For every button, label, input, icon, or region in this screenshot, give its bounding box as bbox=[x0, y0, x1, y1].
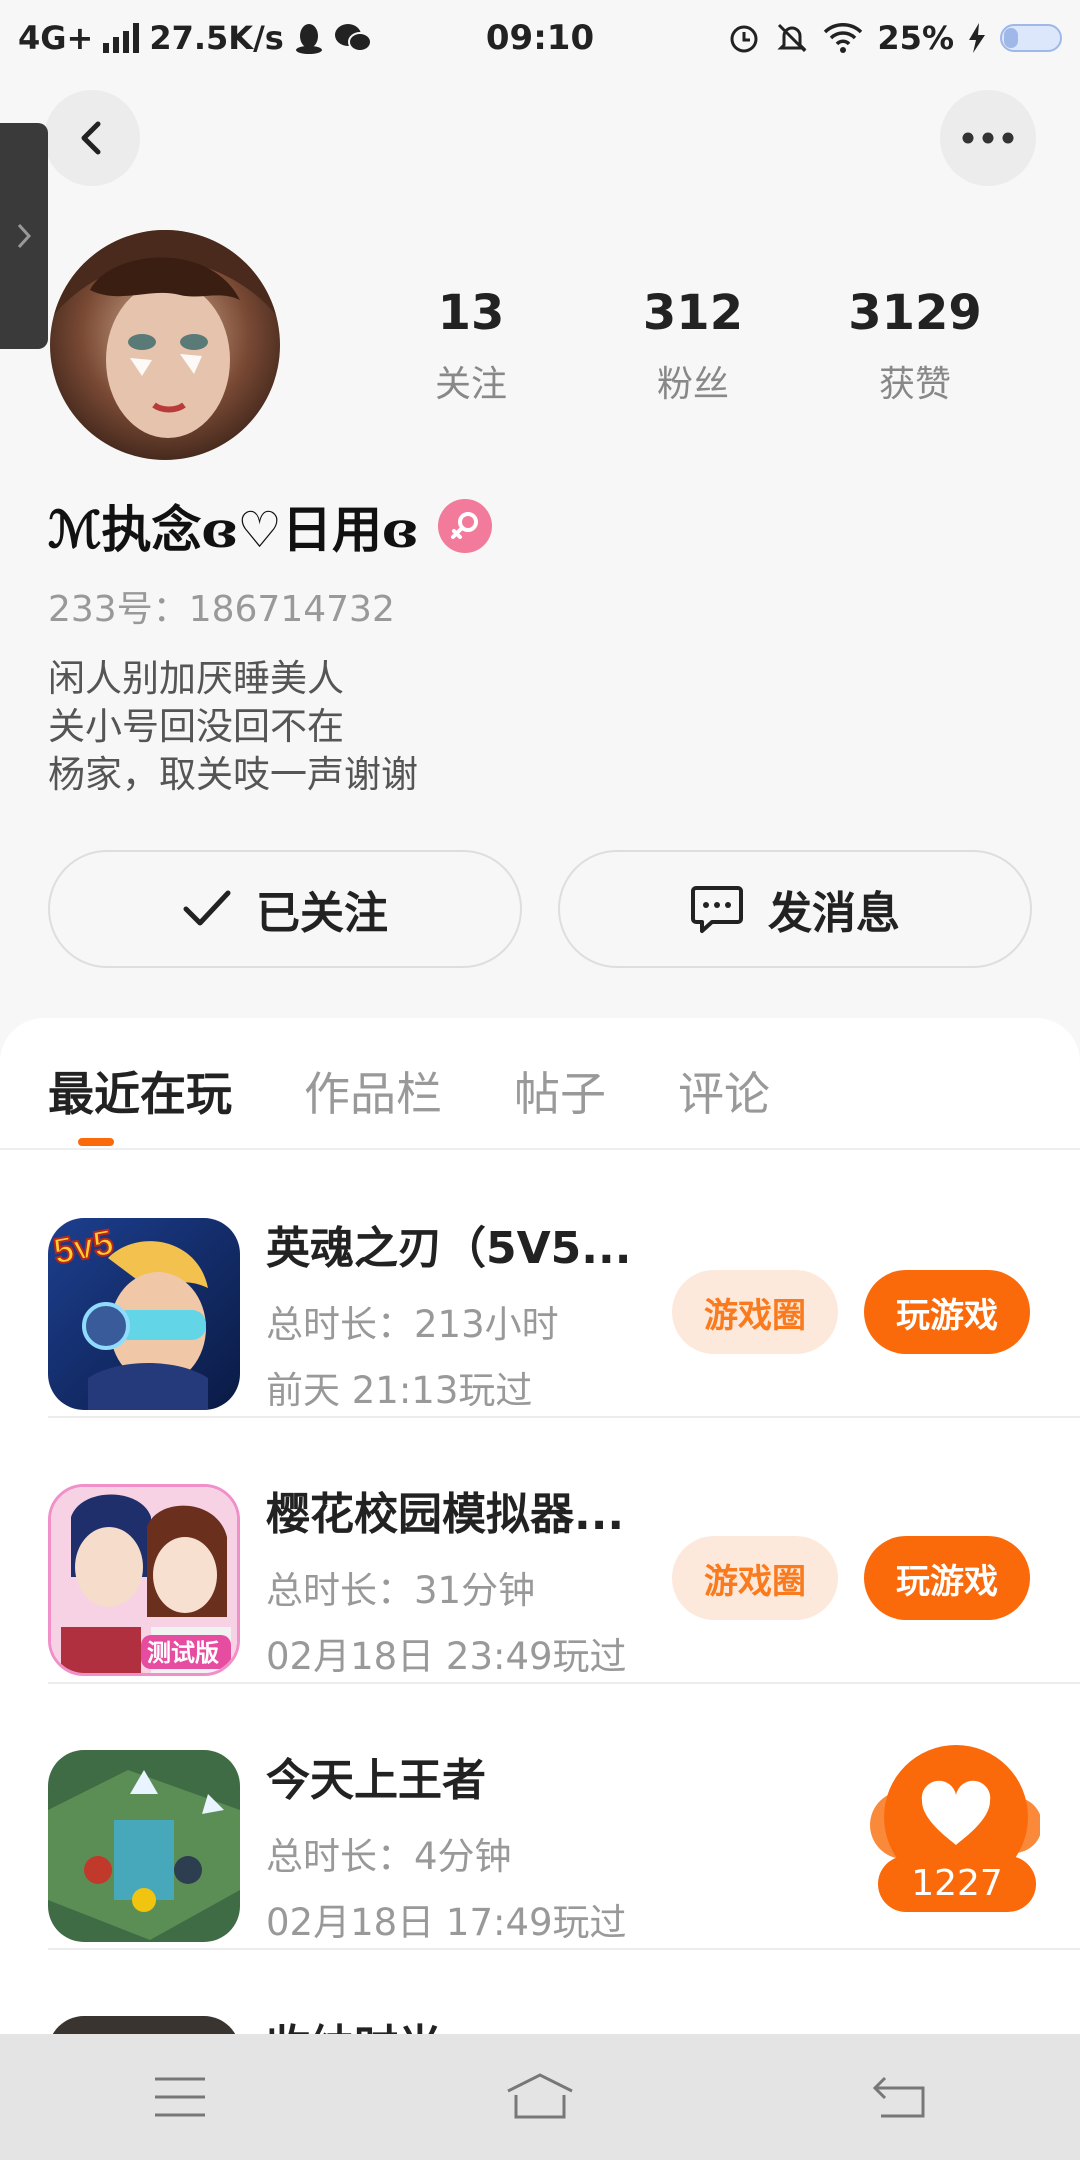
chat-bubble-icon bbox=[691, 886, 743, 933]
list-item[interactable]: 测试版 樱花校园模拟器... 总时长：31分钟 02月18日 23:49玩过 游… bbox=[0, 1416, 1080, 1682]
back-button[interactable] bbox=[44, 90, 140, 186]
wifi-icon bbox=[824, 23, 863, 53]
chevron-right-icon bbox=[17, 223, 32, 249]
system-nav-bar bbox=[0, 2034, 1080, 2160]
followed-button[interactable]: 已关注 bbox=[48, 850, 522, 968]
content-card: 最近在玩 作品栏 帖子 评论 5v5 英魂之刃（5V5... 总时长：213小时… bbox=[0, 1018, 1080, 2160]
avatar[interactable] bbox=[50, 230, 280, 460]
followed-label: 已关注 bbox=[256, 888, 388, 939]
game-title: 樱花校园模拟器... bbox=[266, 1489, 625, 1540]
bio-line: 闲人别加厌睡美人 bbox=[48, 657, 344, 700]
stat-following[interactable]: 13 关注 bbox=[360, 285, 582, 407]
back-nav-button[interactable] bbox=[840, 2057, 960, 2137]
play-game-button[interactable]: 玩游戏 bbox=[864, 1270, 1030, 1354]
game-last-played: 02月18日 17:49玩过 bbox=[266, 1901, 627, 1944]
chevron-left-icon bbox=[81, 121, 101, 155]
game-duration: 总时长：213小时 bbox=[266, 1303, 559, 1346]
network-speed: 27.5K/s bbox=[149, 19, 284, 57]
game-icon bbox=[48, 1750, 240, 1942]
female-icon bbox=[437, 499, 492, 553]
tab-bar: 最近在玩 作品栏 帖子 评论 bbox=[48, 1058, 770, 1124]
game-last-played: 02月18日 23:49玩过 bbox=[266, 1635, 627, 1678]
username: ℳ执念ɞ♡日用ɞ bbox=[48, 500, 418, 559]
game-info: 今天上王者 总时长：4分钟 02月18日 17:49玩过 bbox=[266, 1744, 638, 1946]
game-community-button[interactable]: 游戏圈 bbox=[672, 1536, 838, 1620]
game-title: 今天上王者 bbox=[266, 1755, 486, 1806]
home-button[interactable] bbox=[480, 2057, 600, 2137]
signal-icon bbox=[103, 23, 140, 53]
wechat-icon bbox=[334, 24, 372, 52]
mute-icon bbox=[777, 23, 808, 53]
status-bar: 4G+ 27.5K/s 09:10 25% bbox=[0, 0, 1080, 76]
game-last-played: 前天 21:13玩过 bbox=[266, 1369, 533, 1412]
play-game-button[interactable]: 玩游戏 bbox=[864, 1536, 1030, 1620]
game-duration: 总时长：4分钟 bbox=[266, 1835, 512, 1878]
stat-value: 3129 bbox=[848, 285, 982, 341]
username-row: ℳ执念ɞ♡日用ɞ bbox=[48, 490, 492, 562]
battery-icon bbox=[1000, 24, 1062, 52]
bio-line: 关小号回没回不在 bbox=[48, 705, 344, 748]
send-message-label: 发消息 bbox=[768, 888, 900, 939]
game-duration: 总时长：31分钟 bbox=[266, 1569, 536, 1612]
tab-comments[interactable]: 评论 bbox=[678, 1058, 770, 1124]
qq-icon bbox=[295, 24, 322, 54]
like-count: 1227 bbox=[878, 1856, 1036, 1912]
profile-stats: 13 关注 312 粉丝 3129 获赞 bbox=[360, 285, 1026, 407]
stat-value: 312 bbox=[642, 285, 744, 341]
tab-recently-played[interactable]: 最近在玩 bbox=[48, 1058, 232, 1124]
stat-followers[interactable]: 312 粉丝 bbox=[582, 285, 804, 407]
battery-percent: 25% bbox=[877, 19, 954, 57]
game-list: 5v5 英魂之刃（5V5... 总时长：213小时 前天 21:13玩过 游戏圈… bbox=[0, 1150, 1080, 2160]
game-community-button[interactable]: 游戏圈 bbox=[672, 1270, 838, 1354]
charging-icon bbox=[969, 23, 985, 53]
menu-icon bbox=[155, 2077, 205, 2117]
home-icon bbox=[507, 2073, 573, 2119]
bio: 闲人别加厌睡美人 关小号回没回不在 杨家，取关吱一声谢谢 bbox=[48, 655, 418, 799]
tab-posts[interactable]: 帖子 bbox=[514, 1058, 606, 1124]
menu-button[interactable] bbox=[120, 2057, 240, 2137]
checkmark-icon bbox=[183, 890, 231, 926]
alarm-icon bbox=[730, 25, 758, 53]
game-info: 英魂之刃（5V5... 总时长：213小时 前天 21:13玩过 bbox=[266, 1212, 638, 1414]
stat-likes[interactable]: 3129 获赞 bbox=[804, 285, 1026, 407]
tab-works[interactable]: 作品栏 bbox=[304, 1058, 442, 1124]
user-id: 233号：186714732 bbox=[48, 589, 395, 630]
send-message-button[interactable]: 发消息 bbox=[558, 850, 1032, 968]
tab-indicator bbox=[78, 1138, 114, 1146]
game-title: 英魂之刃（5V5... bbox=[266, 1223, 632, 1274]
stat-label: 获赞 bbox=[878, 364, 951, 405]
game-icon: 5v5 bbox=[48, 1218, 240, 1410]
game-info: 樱花校园模拟器... 总时长：31分钟 02月18日 23:49玩过 bbox=[266, 1478, 638, 1680]
stat-value: 13 bbox=[437, 285, 505, 341]
bio-line: 杨家，取关吱一声谢谢 bbox=[48, 753, 418, 796]
game-icon: 测试版 bbox=[48, 1484, 240, 1676]
more-button[interactable] bbox=[940, 90, 1036, 186]
game-icon-text: 测试版 bbox=[147, 1639, 219, 1667]
stat-label: 粉丝 bbox=[656, 364, 729, 405]
return-icon bbox=[873, 2076, 925, 2118]
list-item[interactable]: 5v5 英魂之刃（5V5... 总时长：213小时 前天 21:13玩过 游戏圈… bbox=[0, 1150, 1080, 1416]
side-drawer-handle[interactable] bbox=[0, 123, 48, 349]
more-icon bbox=[962, 132, 1014, 144]
network-type: 4G+ bbox=[18, 19, 94, 57]
stat-label: 关注 bbox=[434, 364, 507, 405]
